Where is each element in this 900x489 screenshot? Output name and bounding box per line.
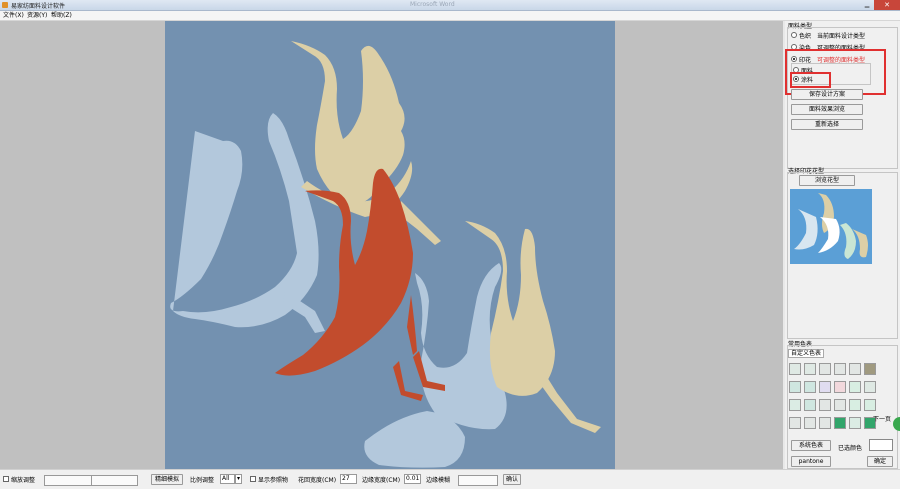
color-swatch[interactable] <box>819 399 831 411</box>
color-swatch[interactable] <box>834 381 846 393</box>
border-width-input[interactable]: 0.01 <box>404 474 421 484</box>
color-swatch[interactable] <box>849 381 861 393</box>
confirm-status-button[interactable]: 确认 <box>503 474 521 485</box>
show-reference-label: 显示参照物 <box>258 477 289 484</box>
app-icon <box>2 2 8 8</box>
color-swatch[interactable] <box>834 363 846 375</box>
radio-yarn-dyed[interactable] <box>791 32 797 38</box>
radio-yarn-dyed-label: 色织 <box>799 33 812 40</box>
pattern-thumbnail-art <box>794 193 868 259</box>
highlight-box-coating <box>790 72 831 88</box>
color-swatch[interactable] <box>789 417 801 429</box>
close-button[interactable]: ✕ <box>874 0 900 10</box>
save-design-button[interactable]: 保存设计方案 <box>791 89 863 100</box>
color-swatch[interactable] <box>819 417 831 429</box>
title-bar: 易家纺面料设计软件 Microsoft Word ▁ ✕ <box>0 0 900 11</box>
border-width-label: 边缘宽度(CM) <box>362 477 401 484</box>
menu-bar: 文件(X) 资源(Y) 帮助(Z) <box>0 11 900 21</box>
right-panel: 面料类型 色织 当前面料设计类型 染色 可调整的面料类型 印花 可调整的面料类型… <box>785 21 900 469</box>
minimize-button[interactable]: ▁ <box>862 1 872 9</box>
preview-effect-button[interactable]: 面料效果浏览 <box>791 104 863 115</box>
color-swatch[interactable] <box>789 381 801 393</box>
window-title: 易家纺面料设计软件 <box>11 3 66 10</box>
color-swatch[interactable] <box>849 363 861 375</box>
show-reference-checkbox[interactable] <box>250 476 256 482</box>
color-swatch[interactable] <box>804 399 816 411</box>
tab-custom-colors[interactable]: 自定义色表 <box>788 349 825 358</box>
reselect-button[interactable]: 重新选择 <box>791 119 863 130</box>
color-swatch[interactable] <box>849 399 861 411</box>
color-swatch[interactable] <box>849 417 861 429</box>
color-swatch[interactable] <box>864 381 876 393</box>
pattern-width-input[interactable]: 27 <box>340 474 357 484</box>
canvas-area <box>0 21 783 469</box>
color-swatch[interactable] <box>819 381 831 393</box>
radio-yarn-dyed-note: 当前面料设计类型 <box>817 33 866 40</box>
color-swatch[interactable] <box>834 417 846 429</box>
assistant-icon[interactable] <box>893 417 900 431</box>
border-blur-label: 边缘模糊 <box>426 477 451 484</box>
color-swatch[interactable] <box>789 363 801 375</box>
confirm-button[interactable]: 确定 <box>867 456 893 467</box>
color-swatch[interactable] <box>804 417 816 429</box>
border-blur-slider[interactable] <box>458 475 498 486</box>
ratio-select[interactable]: All <box>220 474 235 484</box>
ratio-label: 比例调整 <box>190 477 215 484</box>
menu-file[interactable]: 文件(X) <box>3 11 24 20</box>
color-swatch[interactable] <box>804 381 816 393</box>
color-swatch[interactable] <box>819 363 831 375</box>
fine-simulate-button[interactable]: 精细模拟 <box>151 474 183 485</box>
menu-help[interactable]: 帮助(Z) <box>51 11 72 20</box>
ratio-dropdown-icon[interactable]: ▾ <box>235 474 242 484</box>
browse-pattern-button[interactable]: 浏览花型 <box>799 175 855 186</box>
pantone-button[interactable]: pantone <box>791 456 831 467</box>
fabric-artwork[interactable] <box>165 21 615 469</box>
background-window-title: Microsoft Word <box>410 1 455 8</box>
color-swatch[interactable] <box>864 363 876 375</box>
system-colors-button[interactable]: 系统色表 <box>791 440 831 451</box>
status-bar: 缩放调整 精细模拟 比例调整 All ▾ 显示参照物 花回宽度(CM) 27 边… <box>0 469 900 489</box>
zoom-slider[interactable] <box>44 475 138 486</box>
menu-resources[interactable]: 资源(Y) <box>27 11 47 20</box>
pattern-width-label: 花回宽度(CM) <box>298 477 337 484</box>
selected-color-box <box>869 439 893 451</box>
crane-pattern <box>165 21 615 469</box>
color-swatch[interactable] <box>804 363 816 375</box>
zoom-checkbox[interactable] <box>3 476 9 482</box>
pattern-thumbnail[interactable] <box>790 189 872 264</box>
color-swatch[interactable] <box>789 399 801 411</box>
next-page-link[interactable]: 下一页 <box>873 414 891 423</box>
zoom-label: 缩放调整 <box>11 477 36 484</box>
selected-color-label: 已选颜色 <box>838 445 863 452</box>
color-swatch[interactable] <box>834 399 846 411</box>
color-swatch[interactable] <box>864 399 876 411</box>
